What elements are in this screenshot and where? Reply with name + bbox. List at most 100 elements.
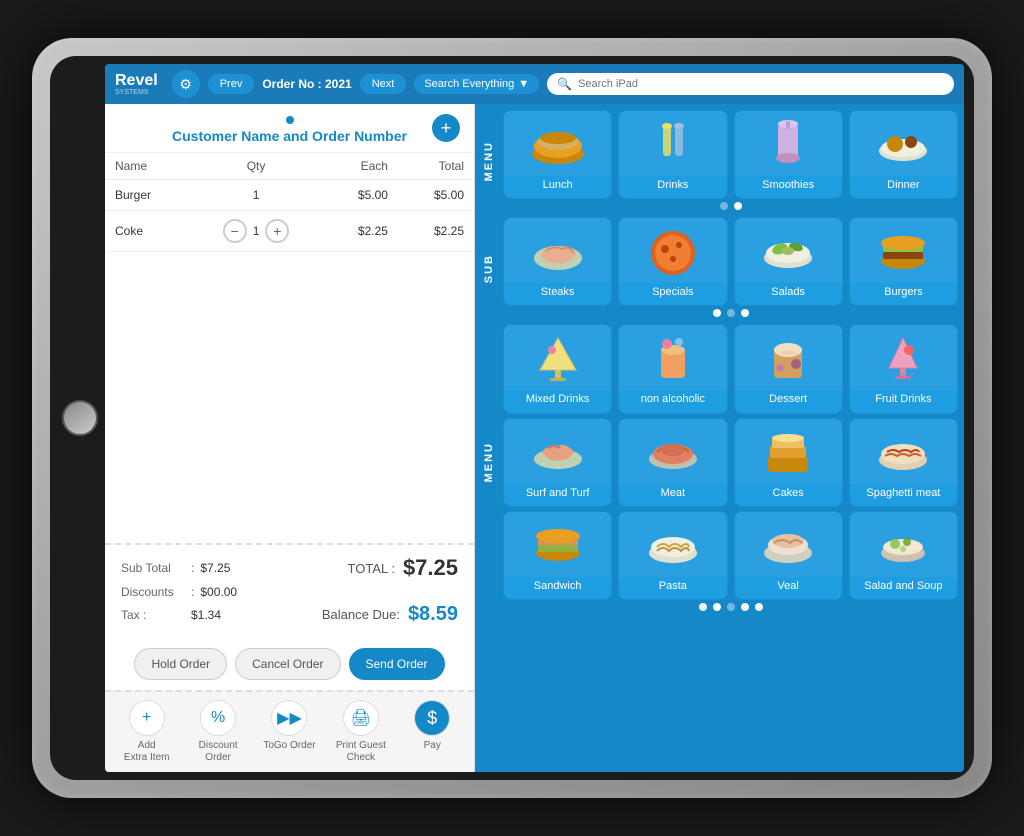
veal-image: [735, 512, 842, 577]
menu-grid-5: Sandwich: [503, 511, 958, 600]
dot: [727, 309, 735, 317]
salads-image: [735, 218, 842, 283]
meat-label: Meat: [657, 484, 689, 502]
discount-label: DiscountOrder: [199, 740, 238, 764]
menu-item-drinks[interactable]: Drinks: [618, 110, 727, 199]
item-each: $2.25: [322, 211, 398, 252]
menu-item-smoothies[interactable]: Smoothies: [734, 110, 843, 199]
menu-item-dessert[interactable]: Dessert: [734, 324, 843, 413]
table-row: Burger 1 $5.00 $5.00: [105, 180, 474, 211]
tax-row: Tax : $1.34 Balance Due: $8.59: [121, 603, 458, 626]
togo-icon: ▶▶: [271, 700, 307, 736]
menu-item-meat[interactable]: Meat: [618, 418, 727, 507]
fruit-drinks-image: [850, 325, 957, 390]
menu-item-salads[interactable]: Salads: [734, 217, 843, 306]
order-spacer: [105, 252, 474, 545]
pagination-2: [503, 306, 958, 320]
item-qty-control: − 1 +: [190, 211, 322, 252]
menu-item-burgers[interactable]: Burgers: [849, 217, 958, 306]
menu-item-surf-turf[interactable]: Surf and Turf: [503, 418, 612, 507]
section-label-empty2: [481, 558, 499, 566]
gear-button[interactable]: ⚙: [172, 70, 200, 98]
logo-text: Revel: [115, 73, 158, 89]
subtotal-value: $7.25: [200, 561, 230, 575]
discount-order-button[interactable]: % DiscountOrder: [188, 700, 248, 764]
non-alcoholic-label: non alcoholic: [637, 390, 709, 408]
search-input[interactable]: [578, 78, 944, 90]
prev-button[interactable]: Prev: [208, 74, 255, 94]
search-icon: 🔍: [557, 77, 572, 91]
table-row: Coke − 1 + $2.25 $2.25: [105, 211, 474, 252]
home-button[interactable]: [62, 400, 98, 436]
lunch-label: Lunch: [539, 176, 577, 194]
menu-item-cakes[interactable]: Cakes: [734, 418, 843, 507]
dot-active: [734, 202, 742, 210]
item-name: Burger: [105, 180, 190, 211]
smoothies-label: Smoothies: [758, 176, 818, 194]
menu-item-sandwich[interactable]: Sandwich: [503, 511, 612, 600]
item-total: $2.25: [398, 211, 474, 252]
decrease-qty-button[interactable]: −: [223, 219, 247, 243]
send-order-button[interactable]: Send Order: [349, 648, 445, 680]
steaks-image: [504, 218, 611, 283]
search-dropdown[interactable]: Search Everything ▼: [414, 74, 539, 94]
pasta-label: Pasta: [655, 577, 691, 595]
menu-item-specials[interactable]: Specials: [618, 217, 727, 306]
dot: [755, 603, 763, 611]
section-label-sub: SUB: [481, 250, 499, 287]
menu-panel: MENU: [475, 104, 964, 772]
menu-item-non-alcoholic[interactable]: non alcoholic: [618, 324, 727, 413]
hold-order-button[interactable]: Hold Order: [134, 648, 227, 680]
dot: [727, 603, 735, 611]
cancel-order-button[interactable]: Cancel Order: [235, 648, 340, 680]
salads-label: Salads: [767, 283, 809, 301]
pay-button[interactable]: $ Pay: [402, 700, 462, 764]
item-qty: 1: [190, 180, 322, 211]
menu-item-pasta[interactable]: Pasta: [618, 511, 727, 600]
mixed-drinks-image: [504, 325, 611, 390]
top-bar: Revel SYSTEMS ⚙ Prev Order No : 2021 Nex…: [105, 64, 964, 104]
increase-qty-button[interactable]: +: [265, 219, 289, 243]
salad-soup-image: [850, 512, 957, 577]
menu-item-lunch[interactable]: Lunch: [503, 110, 612, 199]
balance-amount: $8.59: [408, 603, 458, 626]
menu-item-salad-soup[interactable]: Salad and Soup: [849, 511, 958, 600]
menu-item-spaghetti[interactable]: Spaghetti meat: [849, 418, 958, 507]
burgers-image: [850, 218, 957, 283]
discounts-row: Discounts : $00.00: [121, 585, 458, 599]
mixed-drinks-label: Mixed Drinks: [522, 390, 594, 408]
menu-item-dinner[interactable]: Dinner: [849, 110, 958, 199]
add-item-button[interactable]: +: [432, 114, 460, 142]
add-extra-item-button[interactable]: + AddExtra Item: [117, 700, 177, 764]
menu-section-sub: SUB: [481, 217, 958, 320]
menu-item-steaks[interactable]: Steaks: [503, 217, 612, 306]
bottom-toolbar: + AddExtra Item % DiscountOrder ▶▶ ToGo …: [105, 690, 474, 772]
add-label: AddExtra Item: [124, 740, 170, 764]
pasta-image: [619, 512, 726, 577]
cakes-image: [735, 419, 842, 484]
menu-grid-1: Lunch: [503, 110, 958, 199]
menu-grid-2: Steaks: [503, 217, 958, 306]
menu-item-veal[interactable]: Veal: [734, 511, 843, 600]
menu-grid-3: Mixed Drinks: [503, 324, 958, 413]
print-guest-check-button[interactable]: 🖨 Print GuestCheck: [331, 700, 391, 764]
pagination-5: [503, 600, 958, 614]
menu-item-fruit-drinks[interactable]: Fruit Drinks: [849, 324, 958, 413]
total-value: $7.25: [403, 555, 458, 581]
order-title: Customer Name and Order Number: [121, 128, 458, 144]
veal-label: Veal: [773, 577, 802, 595]
item-total: $5.00: [398, 180, 474, 211]
col-total: Total: [398, 153, 474, 180]
menu-section-menu: MENU: [481, 110, 958, 213]
next-button[interactable]: Next: [360, 74, 407, 94]
tablet-screen: Revel SYSTEMS ⚙ Prev Order No : 2021 Nex…: [50, 56, 974, 780]
dinner-image: [850, 111, 957, 176]
dot: [699, 603, 707, 611]
section-label-menu2: MENU: [481, 438, 499, 486]
togo-order-button[interactable]: ▶▶ ToGo Order: [259, 700, 319, 764]
menu-item-mixed-drinks[interactable]: Mixed Drinks: [503, 324, 612, 413]
menu-grid-4: Surf and Turf: [503, 418, 958, 507]
lunch-image: [504, 111, 611, 176]
togo-label: ToGo Order: [263, 740, 315, 752]
specials-image: [619, 218, 726, 283]
